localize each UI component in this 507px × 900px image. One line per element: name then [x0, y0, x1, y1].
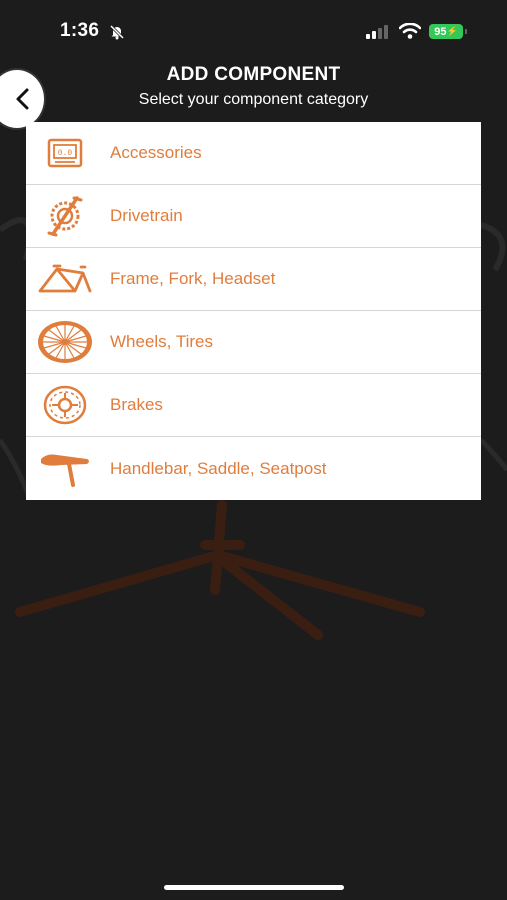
status-time: 1:36: [60, 20, 100, 41]
battery-icon: 95 ⚡: [429, 24, 463, 39]
bike-frame-icon: [36, 257, 94, 301]
cellular-signal-icon: [366, 25, 390, 44]
category-wheels-tires[interactable]: Wheels, Tires: [26, 311, 481, 374]
category-brakes[interactable]: Brakes: [26, 374, 481, 437]
wheel-icon: [36, 320, 94, 364]
category-label: Handlebar, Saddle, Seatpost: [110, 458, 327, 478]
bike-computer-icon: 0.0: [36, 131, 94, 175]
page-title: ADD COMPONENT: [166, 64, 341, 85]
category-list: 0.0 Accessories Drivetrain Frame, Fork, …: [26, 122, 481, 500]
svg-text:0.0: 0.0: [58, 149, 73, 158]
page-subtitle: Select your component category: [138, 91, 369, 108]
category-label: Brakes: [110, 395, 163, 414]
crankset-icon: [36, 194, 94, 238]
saddle-icon: [36, 447, 94, 491]
category-handlebar-saddle-seatpost[interactable]: Handlebar, Saddle, Seatpost: [26, 437, 481, 500]
brake-rotor-icon: [36, 383, 94, 427]
category-label: Accessories: [110, 143, 202, 162]
battery-cap: [465, 29, 467, 34]
category-label: Frame, Fork, Headset: [110, 269, 276, 288]
bell-slash-icon: [109, 24, 125, 45]
category-frame-fork-headset[interactable]: Frame, Fork, Headset: [26, 248, 481, 311]
home-indicator[interactable]: [164, 885, 344, 890]
category-accessories[interactable]: 0.0 Accessories: [26, 122, 481, 185]
category-drivetrain[interactable]: Drivetrain: [26, 185, 481, 248]
status-bar: 1:36 95 ⚡: [0, 0, 507, 62]
wifi-icon: [398, 22, 422, 44]
category-label: Drivetrain: [110, 206, 183, 225]
battery-level: 95: [434, 25, 447, 38]
category-label: Wheels, Tires: [110, 332, 213, 351]
